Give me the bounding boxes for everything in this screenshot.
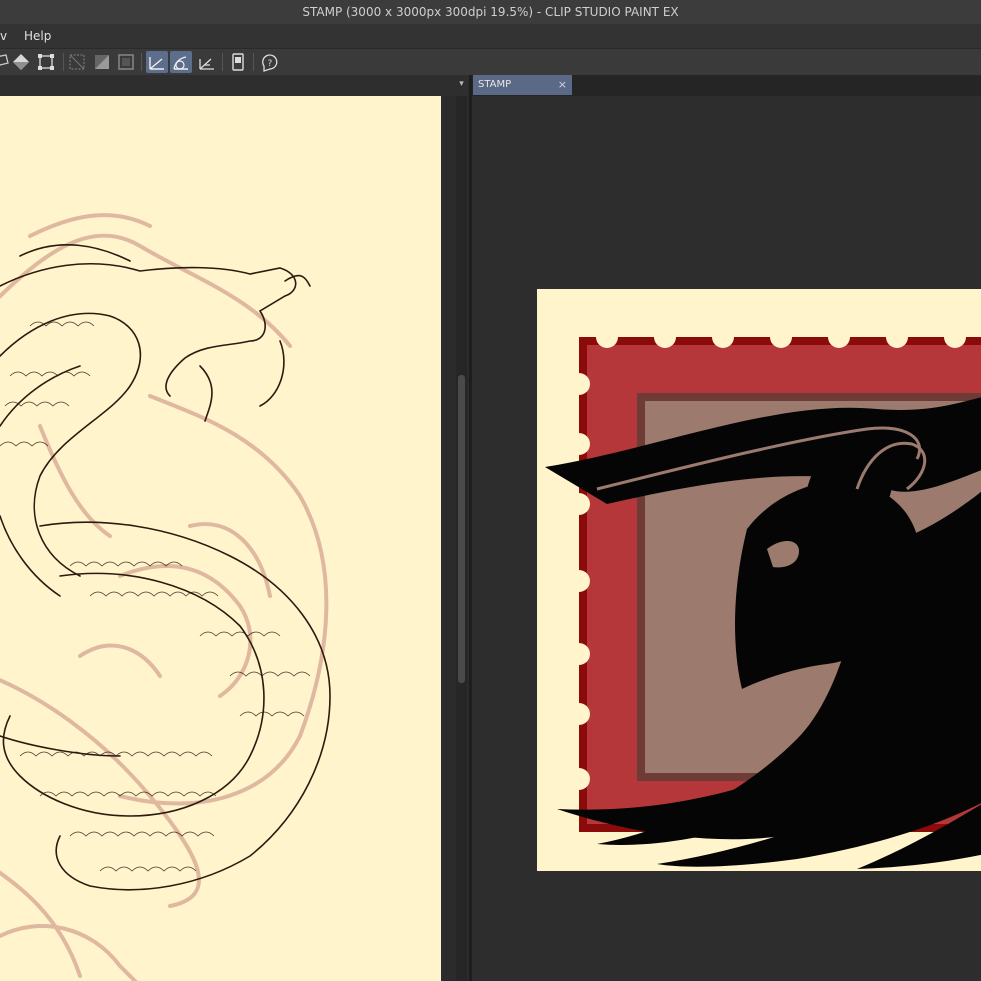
device-icon[interactable]: [227, 51, 249, 73]
window-title: STAMP (3000 x 3000px 300dpi 19.5%) - CLI…: [0, 0, 981, 24]
toolbar-separator: [63, 53, 64, 71]
grid-snap-icon[interactable]: [196, 51, 218, 73]
fill-icon[interactable]: [10, 51, 32, 73]
scrollbar-thumb[interactable]: [458, 375, 465, 683]
menu-item-help[interactable]: Help: [24, 24, 51, 48]
dragon-drawing: [0, 213, 331, 981]
menu-item-partial[interactable]: v: [0, 24, 7, 48]
stamp-artwork: [545, 337, 981, 869]
special-ruler-snap-icon[interactable]: [170, 51, 192, 73]
invert-selection-icon[interactable]: [91, 51, 113, 73]
ruler-snap-icon[interactable]: [146, 51, 168, 73]
clear-selection-icon[interactable]: [66, 51, 88, 73]
scroll-up-arrow[interactable]: ▾: [456, 76, 467, 92]
close-icon[interactable]: ×: [558, 75, 567, 95]
toolbar-separator: [141, 53, 142, 71]
main-canvas[interactable]: [0, 96, 441, 981]
selection-border-icon[interactable]: [115, 51, 137, 73]
svg-text:?: ?: [268, 59, 273, 69]
canvas-header: [0, 75, 470, 96]
help-icon[interactable]: ?: [259, 51, 281, 73]
toolbar-separator: [253, 53, 254, 71]
toolbar-separator: [222, 53, 223, 71]
tab-label: STAMP: [478, 79, 512, 90]
command-bar: ?: [0, 48, 981, 76]
transform-icon[interactable]: [35, 51, 57, 73]
stamp-canvas[interactable]: [537, 289, 981, 871]
menu-bar: v Help: [0, 24, 981, 48]
tab-stamp[interactable]: STAMP ×: [473, 75, 572, 95]
